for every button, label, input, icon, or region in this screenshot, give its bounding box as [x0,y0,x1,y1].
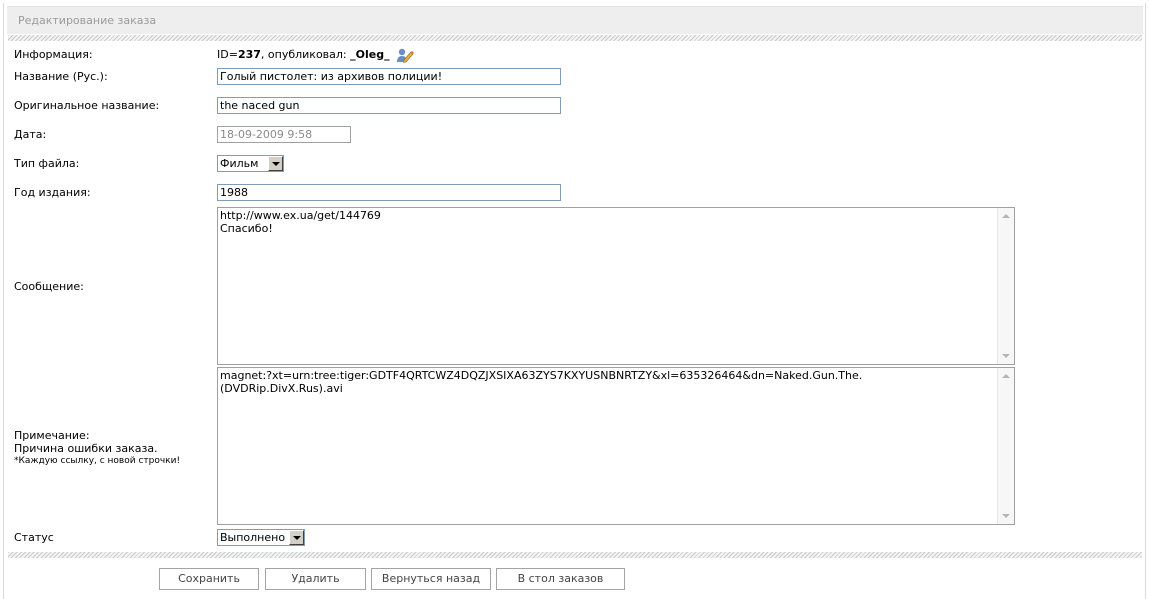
title-ru-label: Название (Рус.): [14,70,108,83]
status-select[interactable]: Выполнено [217,529,305,546]
status-label: Статус [14,531,54,544]
footer-divider [8,552,1142,558]
order-id: 237 [237,48,261,61]
chevron-down-icon[interactable] [289,530,304,545]
note-reason: Причина ошибки заказа. [14,442,158,455]
note-label-group: Примечание: Причина ошибки заказа. *Кажд… [14,429,180,468]
date-input: 18-09-2009 9:58 [217,126,351,143]
delete-button[interactable]: Удалить [265,568,366,590]
message-scrollbar[interactable] [997,208,1014,364]
id-prefix: ID= [217,48,238,61]
note-label: Примечание: [14,429,90,442]
chevron-down-icon[interactable] [268,156,283,171]
scroll-down-icon[interactable] [1002,354,1010,358]
header-divider [8,35,1142,41]
orders-table-button[interactable]: В стол заказов [496,568,625,590]
original-title-label: Оригинальное название: [14,99,160,112]
message-textarea[interactable]: http://www.ex.ua/get/144769 Спасибо! [217,207,1015,365]
scroll-down-icon[interactable] [1002,514,1010,518]
note-text: magnet:?xt=urn:tree:tiger:GDTF4QRTCWZ4DQ… [220,369,863,395]
title-ru-input[interactable]: Голый пистолет: из архивов полиции! [217,68,561,85]
year-label: Год издания: [14,186,91,199]
status-value: Выполнено [220,531,286,544]
info-value: ID=237, опубликовал: _Oleg_ [217,47,415,63]
header-bar: Редактирование заказа [7,6,1143,34]
info-label: Информация: [14,48,93,61]
file-type-label: Тип файла: [14,157,80,170]
scroll-up-icon[interactable] [1002,374,1010,378]
file-type-value: Фильм [220,157,259,170]
note-scrollbar[interactable] [997,368,1014,524]
save-button[interactable]: Сохранить [159,568,259,590]
published-by: , опубликовал: [260,48,351,61]
note-hint: *Каждую ссылку, с новой строчки! [14,456,181,466]
page-title: Редактирование заказа [18,14,157,27]
back-button[interactable]: Вернуться назад [371,568,491,590]
note-textarea[interactable]: magnet:?xt=urn:tree:tiger:GDTF4QRTCWZ4DQ… [217,367,1015,525]
author-link[interactable]: _Oleg_ [350,48,389,61]
message-label: Сообщение: [14,280,84,293]
date-label: Дата: [14,128,47,141]
year-input[interactable]: 1988 [217,184,561,201]
scroll-up-icon[interactable] [1002,214,1010,218]
file-type-select[interactable]: Фильм [217,155,284,172]
message-text: http://www.ex.ua/get/144769 Спасибо! [220,209,381,235]
original-title-input[interactable]: the naced gun [217,97,561,114]
edit-user-icon[interactable] [396,47,415,63]
